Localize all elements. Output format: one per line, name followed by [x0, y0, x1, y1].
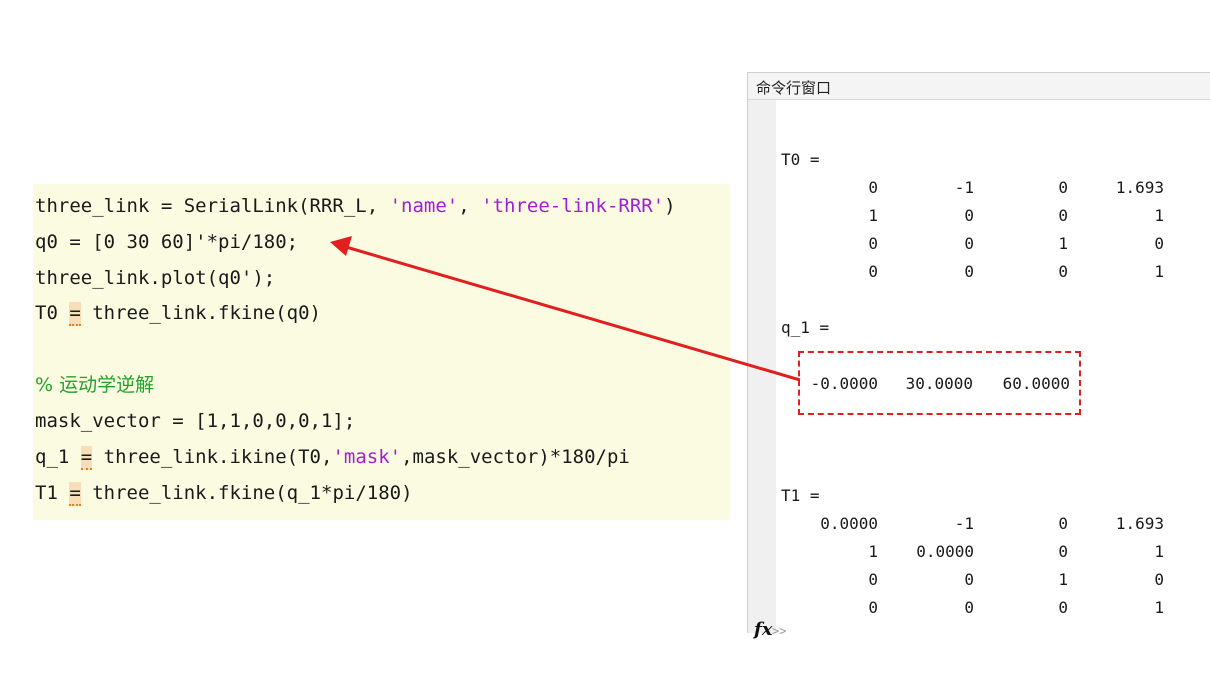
- t1-cell: 0: [1058, 598, 1068, 617]
- code-text: ,mask_vector)*180/pi: [401, 446, 630, 468]
- output-label-t1: T1 =: [781, 486, 820, 505]
- code-line-4: T0 = three_link.fkine(q0): [35, 298, 321, 328]
- code-text: ,: [458, 195, 482, 217]
- code-line-6: mask_vector = [1,1,0,0,0,1];: [35, 410, 356, 432]
- t0-cell: 0: [868, 178, 878, 197]
- t0-cell: 0: [964, 234, 974, 253]
- warning-highlight[interactable]: =: [69, 302, 81, 326]
- t0-cell: 1: [868, 206, 878, 225]
- t1-cell: 0: [1058, 514, 1068, 533]
- highlight-box: [798, 351, 1081, 415]
- code-text: three_link = SerialLink(RRR_L,: [35, 195, 390, 217]
- t1-cell: 0.0000: [916, 542, 974, 561]
- t0-cell: 0: [964, 206, 974, 225]
- code-text: three_link.fkine(q0): [80, 302, 321, 324]
- t0-cell: 1: [1058, 234, 1068, 253]
- t1-cell: 1.693: [1115, 514, 1164, 533]
- warning-highlight[interactable]: =: [80, 446, 93, 470]
- t1-cell: 0: [964, 598, 974, 617]
- code-comment: % 运动学逆解: [35, 374, 155, 396]
- t1-cell: 1: [1058, 570, 1068, 589]
- t0-cell: -1: [954, 178, 974, 197]
- code-line-1: three_link = SerialLink(RRR_L, 'name', '…: [35, 191, 676, 221]
- t0-cell: 0: [868, 262, 878, 281]
- code-text: three_link.ikine(T0,: [92, 446, 333, 468]
- t0-cell: 1.693: [1115, 178, 1164, 197]
- code-text: T1: [35, 482, 70, 504]
- t0-cell: 0: [1058, 206, 1068, 225]
- code-text: ): [664, 195, 676, 217]
- t1-cell: 1: [1154, 598, 1164, 617]
- t1-cell: 0: [1154, 570, 1164, 589]
- t0-cell: 0: [964, 262, 974, 281]
- t1-cell: -1: [954, 514, 974, 533]
- code-line-7: q_1 = three_link.ikine(T0,'mask',mask_ve…: [35, 442, 630, 472]
- command-window-title: 命令行窗口: [756, 79, 832, 97]
- prompt-chevron: >>: [772, 624, 787, 638]
- t1-cell: 0: [868, 598, 878, 617]
- output-label-q1: q_1 =: [781, 318, 830, 337]
- t1-cell: 0: [1058, 542, 1068, 561]
- function-prompt-icon[interactable]: fx: [754, 619, 772, 640]
- t1-cell: 0: [964, 570, 974, 589]
- t0-cell: 0: [868, 234, 878, 253]
- t0-cell: 0: [1058, 262, 1068, 281]
- output-label-t0: T0 =: [781, 150, 820, 169]
- code-line-3: three_link.plot(q0');: [35, 267, 276, 289]
- code-line-2: q0 = [0 30 60]'*pi/180;: [35, 231, 299, 253]
- command-window-titlebar[interactable]: 命令行窗口: [748, 73, 1210, 100]
- t0-cell: 0: [1154, 234, 1164, 253]
- t0-cell: 0: [1058, 178, 1068, 197]
- string-literal: 'mask': [332, 446, 402, 468]
- t0-cell: 1: [1154, 206, 1164, 225]
- code-editor[interactable]: three_link = SerialLink(RRR_L, 'name', '…: [33, 184, 730, 520]
- code-line-8: T1 = three_link.fkine(q_1*pi/180): [35, 478, 413, 508]
- code-text: q_1: [35, 446, 81, 468]
- string-literal: 'three-link-RRR': [481, 195, 665, 217]
- command-window-gutter: [748, 100, 776, 633]
- t1-cell: 0.0000: [820, 514, 878, 533]
- t0-cell: 1: [1154, 262, 1164, 281]
- warning-highlight[interactable]: =: [69, 482, 81, 506]
- string-literal: 'name': [389, 195, 459, 217]
- code-text: T0: [35, 302, 70, 324]
- t1-cell: 1: [868, 542, 878, 561]
- t1-cell: 0: [868, 570, 878, 589]
- t1-cell: 1: [1154, 542, 1164, 561]
- code-text: three_link.fkine(q_1*pi/180): [80, 482, 413, 504]
